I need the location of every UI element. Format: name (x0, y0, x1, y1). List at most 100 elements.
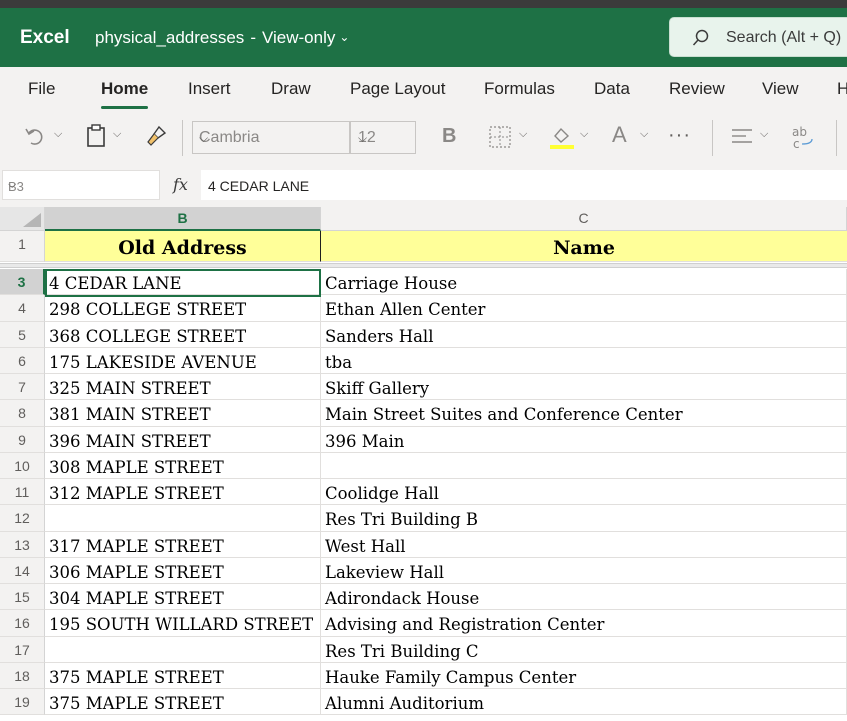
tab-draw[interactable]: Draw (271, 79, 311, 99)
tab-home[interactable]: Home (101, 79, 149, 109)
tab-data[interactable]: Data (594, 79, 630, 99)
font-color-button[interactable]: A (612, 122, 627, 148)
row-header[interactable]: 7 (0, 374, 45, 401)
cell-old-address[interactable]: 317 MAPLE STREET (45, 531, 321, 558)
cell-name[interactable] (321, 452, 847, 479)
row-header[interactable]: 19 (0, 689, 45, 716)
cell-old-address[interactable]: 4 CEDAR LANE (45, 269, 321, 296)
tab-insert[interactable]: Insert (188, 79, 231, 99)
cell-old-address[interactable]: 325 MAIN STREET (45, 374, 321, 401)
cell-name[interactable]: Skiff Gallery (321, 374, 847, 401)
cell-name[interactable]: tba (321, 347, 847, 374)
row-header[interactable]: 15 (0, 584, 45, 611)
cell-old-address[interactable]: 375 MAPLE STREET (45, 689, 321, 716)
cell-old-address[interactable] (45, 505, 321, 532)
cell-name[interactable]: Main Street Suites and Conference Center (321, 400, 847, 427)
row-header[interactable]: 16 (0, 610, 45, 637)
name-box[interactable]: B3 ⌵ (2, 170, 160, 200)
header-cell-name[interactable]: Name (321, 231, 847, 262)
row-header[interactable]: 12 (0, 505, 45, 532)
toolbar-divider (836, 120, 837, 156)
fill-color-chevron-icon[interactable]: ⌵ (580, 128, 588, 141)
cell-old-address[interactable]: 306 MAPLE STREET (45, 557, 321, 584)
format-painter-icon[interactable] (145, 124, 167, 148)
fill-color-icon[interactable] (549, 124, 575, 150)
function-icon[interactable]: fx (173, 175, 188, 194)
font-size-select[interactable]: 12 ⌵ (350, 121, 416, 154)
column-header-c[interactable]: C (321, 207, 847, 231)
font-color-chevron-icon[interactable]: ⌵ (640, 128, 648, 141)
cell-name[interactable]: Res Tri Building B (321, 505, 847, 532)
row-header[interactable]: 13 (0, 531, 45, 558)
column-header-b[interactable]: B (45, 207, 321, 231)
tab-formulas[interactable]: Formulas (484, 79, 555, 99)
cell-old-address[interactable]: 195 SOUTH WILLARD STREET (45, 610, 321, 637)
tab-view[interactable]: View (762, 79, 799, 99)
cell-value: 308 MAPLE STREET (49, 457, 224, 477)
cell-old-address[interactable]: 175 LAKESIDE AVENUE (45, 347, 321, 374)
align-chevron-icon[interactable]: ⌵ (760, 128, 768, 141)
cell-old-address[interactable]: 304 MAPLE STREET (45, 584, 321, 611)
cell-name[interactable]: Hauke Family Campus Center (321, 662, 847, 689)
clipboard-icon[interactable] (86, 124, 106, 148)
row-header[interactable]: 4 (0, 295, 45, 322)
toolbar-divider (712, 120, 713, 156)
home-toolbar: ⌵ ⌵ Cambria ⌵ 12 ⌵ B ⌵ ⌵ A ⌵ ··· ⌵ ab c (0, 110, 847, 258)
cell-name[interactable]: 396 Main (321, 426, 847, 453)
cell-name[interactable]: Alumni Auditorium (321, 689, 847, 716)
row-header[interactable]: 10 (0, 452, 45, 479)
borders-chevron-icon[interactable]: ⌵ (519, 128, 527, 141)
row-number: 1 (18, 236, 26, 252)
tab-review[interactable]: Review (669, 79, 725, 99)
document-title[interactable]: physical_addresses - View-only ⌄ (95, 28, 349, 48)
cell-name[interactable]: Lakeview Hall (321, 557, 847, 584)
tab-page-layout[interactable]: Page Layout (350, 79, 445, 99)
row-header[interactable]: 17 (0, 636, 45, 663)
app-name[interactable]: Excel (20, 27, 70, 49)
row-header[interactable]: 8 (0, 400, 45, 427)
row-header[interactable]: 18 (0, 662, 45, 689)
header-cell-old-address[interactable]: Old Address (45, 231, 321, 262)
borders-icon[interactable] (489, 126, 511, 148)
row-header[interactable]: 9 (0, 426, 45, 453)
cell-old-address[interactable]: 312 MAPLE STREET (45, 479, 321, 506)
cell-name[interactable]: Adirondack House (321, 584, 847, 611)
more-options-icon[interactable]: ··· (668, 124, 691, 147)
paste-chevron-icon[interactable]: ⌵ (113, 128, 121, 141)
align-left-icon[interactable] (731, 127, 753, 147)
cell-name[interactable]: Advising and Registration Center (321, 610, 847, 637)
undo-chevron-icon[interactable]: ⌵ (54, 128, 62, 141)
row-number: 17 (14, 641, 30, 658)
font-name-select[interactable]: Cambria ⌵ (192, 121, 350, 154)
tab-help[interactable]: H (837, 79, 847, 99)
cell-old-address[interactable]: 375 MAPLE STREET (45, 662, 321, 689)
cell-name[interactable]: Coolidge Hall (321, 479, 847, 506)
cell-old-address[interactable]: 308 MAPLE STREET (45, 452, 321, 479)
row-header[interactable]: 5 (0, 321, 45, 348)
bold-button[interactable]: B (442, 125, 456, 148)
row-header[interactable]: 6 (0, 347, 45, 374)
row-header[interactable]: 11 (0, 479, 45, 506)
tab-file[interactable]: File (28, 79, 55, 99)
cell-name[interactable]: West Hall (321, 531, 847, 558)
wrap-text-icon[interactable]: ab c (792, 125, 816, 151)
row-header[interactable]: 1 (0, 231, 45, 262)
row-number: 12 (14, 510, 30, 527)
select-all-corner[interactable] (0, 207, 45, 231)
cell-old-address[interactable]: 298 COLLEGE STREET (45, 295, 321, 322)
row-header[interactable]: 14 (0, 557, 45, 584)
cell-old-address[interactable]: 381 MAIN STREET (45, 400, 321, 427)
search-box[interactable]: Search (Alt + Q) (669, 17, 847, 57)
window-top-strip (0, 0, 847, 8)
row-header[interactable]: 3 (0, 269, 45, 296)
cell-old-address[interactable]: 396 MAIN STREET (45, 426, 321, 453)
cell-value: Adirondack House (325, 589, 480, 608)
undo-icon[interactable] (24, 124, 46, 148)
cell-name[interactable]: Carriage House (321, 269, 847, 296)
formula-input[interactable]: 4 CEDAR LANE (201, 170, 847, 200)
cell-old-address[interactable]: 368 COLLEGE STREET (45, 321, 321, 348)
cell-name[interactable]: Sanders Hall (321, 321, 847, 348)
cell-name[interactable]: Res Tri Building C (321, 636, 847, 663)
cell-name[interactable]: Ethan Allen Center (321, 295, 847, 322)
cell-old-address[interactable] (45, 636, 321, 663)
